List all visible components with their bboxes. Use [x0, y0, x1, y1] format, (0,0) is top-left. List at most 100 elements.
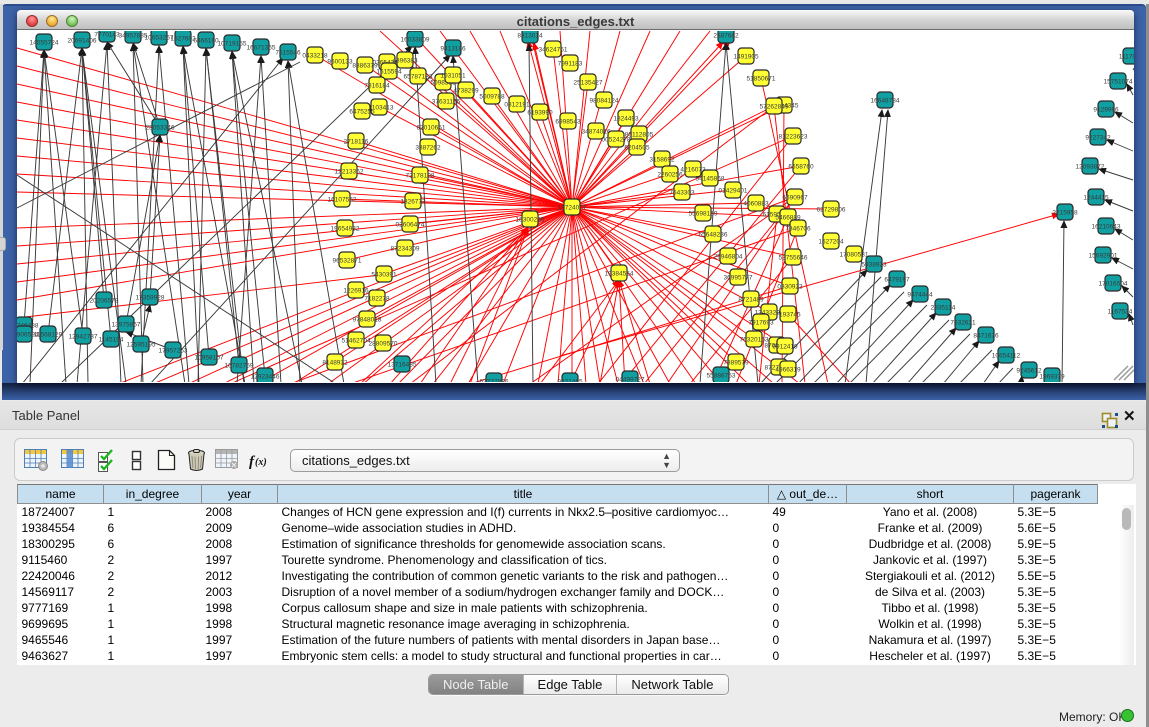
svg-text:97848018: 97848018	[353, 317, 382, 324]
svg-text:8148932: 8148932	[322, 360, 348, 367]
svg-text:2935114: 2935114	[931, 305, 956, 312]
svg-text:16671365: 16671365	[247, 45, 276, 52]
svg-text:1824493: 1824493	[613, 116, 639, 123]
svg-text:4060883: 4060883	[743, 201, 769, 208]
svg-text:16210643: 16210643	[1092, 224, 1121, 231]
svg-text:55886753: 55886753	[707, 373, 736, 380]
svg-text:1226916: 1226916	[343, 288, 369, 295]
svg-text:11568129: 11568129	[34, 332, 63, 339]
svg-text:9912419: 9912419	[772, 344, 798, 351]
svg-text:19654932: 19654932	[331, 226, 360, 233]
svg-text:34624751: 34624751	[539, 47, 568, 54]
svg-text:1491905: 1491905	[733, 54, 759, 61]
svg-text:6204505: 6204505	[624, 145, 650, 152]
svg-text:15692901: 15692901	[1089, 253, 1118, 260]
svg-text:25053346: 25053346	[146, 125, 175, 132]
svg-text:1244415: 1244415	[1083, 195, 1109, 202]
svg-text:0330923: 0330923	[777, 284, 803, 291]
svg-text:20206578: 20206578	[90, 298, 119, 305]
svg-text:7515546: 7515546	[275, 50, 301, 57]
svg-text:16648784: 16648784	[871, 98, 900, 105]
svg-text:16033809: 16033809	[401, 37, 430, 44]
svg-text:18724007: 18724007	[558, 205, 587, 212]
svg-text:1969379: 1969379	[1039, 374, 1065, 381]
svg-text:12923446: 12923446	[251, 374, 280, 381]
svg-text:73178108: 73178108	[406, 173, 435, 180]
svg-text:4738299: 4738299	[453, 88, 479, 95]
svg-text:7991183: 7991183	[558, 61, 583, 68]
svg-text:5938923: 5938923	[861, 262, 887, 269]
svg-text:4966319: 4966319	[775, 367, 801, 374]
svg-text:7770143: 7770143	[94, 32, 120, 39]
svg-text:7193745: 7193745	[775, 312, 801, 319]
svg-text:7346706: 7346706	[785, 226, 811, 233]
svg-text:2687682: 2687682	[713, 33, 739, 40]
svg-text:04499727: 04499727	[616, 377, 645, 383]
svg-text:29946804: 29946804	[714, 254, 743, 261]
svg-text:6475255: 6475255	[349, 109, 375, 116]
svg-text:5430391: 5430391	[371, 272, 397, 279]
svg-text:7889579: 7889579	[723, 360, 749, 367]
svg-text:01429401: 01429401	[719, 188, 748, 195]
svg-text:1031051: 1031051	[440, 73, 466, 80]
svg-text:19384554: 19384554	[605, 271, 634, 278]
svg-text:12093872: 12093872	[1076, 164, 1105, 171]
svg-text:2260256: 2260256	[657, 172, 683, 179]
svg-text:57262849: 57262849	[760, 104, 789, 111]
svg-text:51850671: 51850671	[747, 76, 776, 83]
svg-text:87234309: 87234309	[391, 246, 420, 253]
svg-text:9474444: 9474444	[907, 292, 933, 299]
svg-text:54145868: 54145868	[696, 176, 725, 183]
svg-text:1615594: 1615594	[376, 69, 402, 76]
svg-text:9227342: 9227342	[1085, 135, 1111, 142]
svg-text:16107552: 16107552	[328, 197, 357, 204]
svg-text:8471676: 8471676	[973, 333, 999, 340]
svg-text:13716485: 13716485	[388, 362, 417, 369]
svg-text:6690967: 6690967	[782, 195, 808, 202]
svg-text:9129966: 9129966	[1093, 107, 1119, 114]
svg-text:13975867: 13975867	[112, 322, 141, 329]
svg-text:12942737: 12942737	[69, 334, 98, 341]
svg-text:15751074: 15751074	[1104, 79, 1133, 86]
svg-text:7816184: 7816184	[364, 83, 390, 90]
svg-text:9821465: 9821465	[557, 379, 583, 383]
svg-text:28809570: 28809570	[369, 341, 398, 348]
svg-text:1117074: 1117074	[1119, 54, 1134, 61]
svg-text:(x): (x)	[255, 457, 267, 468]
svg-text:0433218: 0433218	[302, 53, 328, 60]
svg-text:67737826: 67737826	[480, 379, 509, 383]
svg-text:65787133: 65787133	[404, 74, 433, 81]
svg-text:6466160: 6466160	[193, 38, 219, 45]
svg-text:1145194: 1145194	[99, 337, 124, 344]
svg-text:1167534: 1167534	[1108, 309, 1133, 316]
svg-text:98084124: 98084124	[590, 98, 619, 105]
svg-text:3387262: 3387262	[415, 145, 441, 152]
svg-text:34957885: 34957885	[119, 33, 148, 40]
svg-text:8813014: 8813014	[517, 33, 543, 40]
svg-text:51462704: 51462704	[342, 338, 371, 345]
svg-text:10719155: 10719155	[218, 41, 247, 48]
svg-text:62729806: 62729806	[817, 207, 846, 214]
svg-text:34874016: 34874016	[582, 129, 611, 136]
svg-text:10654112: 10654112	[992, 353, 1021, 360]
svg-text:36995777: 36995777	[724, 275, 753, 282]
svg-text:37631165: 37631165	[432, 99, 461, 106]
svg-text:17957253: 17957253	[159, 348, 188, 355]
svg-text:55698169: 55698169	[689, 211, 718, 218]
svg-text:6479197: 6479197	[884, 277, 910, 284]
svg-text:96532871: 96532871	[333, 258, 362, 265]
svg-text:10958107: 10958107	[195, 355, 224, 362]
svg-text:17359928: 17359928	[136, 295, 165, 302]
svg-text:81223623: 81223623	[779, 134, 808, 141]
svg-text:14055724: 14055724	[30, 40, 59, 47]
svg-text:10782759: 10782759	[225, 363, 254, 370]
svg-text:17016504: 17016504	[1099, 281, 1128, 288]
svg-text:80112805: 80112805	[625, 132, 654, 139]
svg-text:0812191: 0812191	[504, 102, 530, 109]
svg-text:3215958: 3215958	[1052, 210, 1078, 217]
svg-text:17080531: 17080531	[840, 252, 869, 259]
svg-text:1326773: 1326773	[400, 199, 426, 206]
svg-text:9600133: 9600133	[327, 59, 353, 66]
svg-text:6658760: 6658760	[788, 164, 814, 171]
svg-text:5009788: 5009788	[479, 94, 505, 101]
